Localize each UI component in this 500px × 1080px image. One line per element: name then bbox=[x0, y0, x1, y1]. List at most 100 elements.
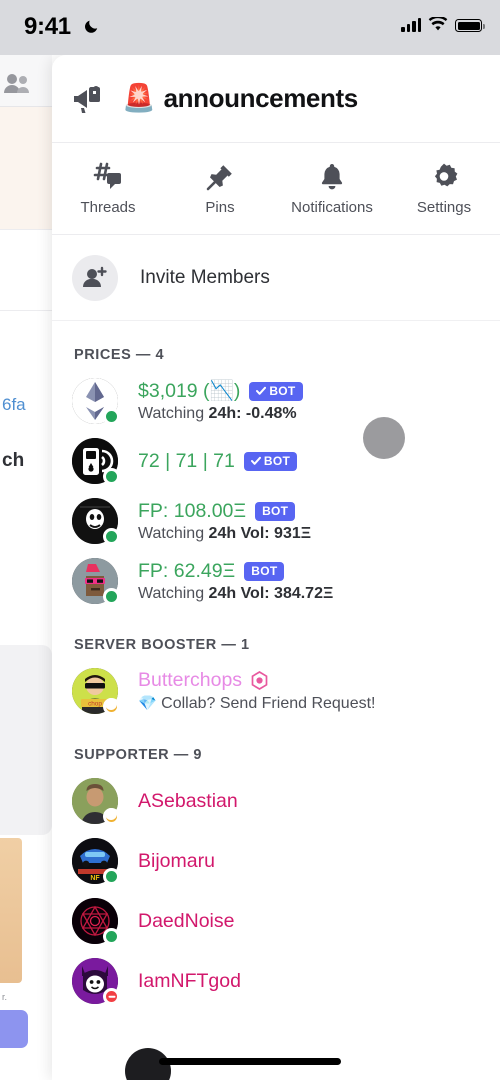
member-list-panel: 🚨 announcements Threads Pins Notificatio… bbox=[52, 55, 500, 1080]
background-divider bbox=[0, 229, 52, 230]
member-row[interactable]: 72 | 71 | 71 BOT bbox=[52, 431, 500, 491]
background-divider bbox=[0, 310, 52, 311]
member-activity: Watching 24h Vol: 931Ξ bbox=[138, 525, 311, 543]
member-info: Butterchops 💎 Collab? Send Friend Reques… bbox=[138, 669, 376, 713]
avatar[interactable] bbox=[72, 378, 120, 425]
touch-point-indicator bbox=[363, 417, 405, 459]
notifications-label: Notifications bbox=[291, 198, 373, 216]
pins-label: Pins bbox=[205, 198, 235, 216]
avatar[interactable] bbox=[72, 898, 120, 945]
status-online bbox=[103, 928, 120, 945]
avatar[interactable] bbox=[72, 558, 120, 605]
member-name: ASebastian bbox=[138, 789, 238, 812]
pin-icon bbox=[206, 164, 232, 190]
member-name: 72 | 71 | 71 bbox=[138, 449, 235, 472]
threads-label: Threads bbox=[80, 198, 136, 216]
member-info: IamNFTgod bbox=[138, 970, 241, 993]
member-name: $3,019 (📉) bbox=[138, 380, 241, 402]
gem-emoji: 💎 bbox=[138, 695, 157, 712]
avatar[interactable] bbox=[72, 438, 120, 485]
notifications-button[interactable]: Notifications bbox=[276, 143, 388, 234]
bell-icon bbox=[321, 163, 343, 189]
member-row[interactable]: chop Butterchops 💎 Collab? Send Friend R… bbox=[52, 661, 500, 721]
bot-badge: BOT bbox=[243, 451, 298, 471]
member-info: FP: 108.00Ξ BOT Watching 24h Vol: 931Ξ bbox=[138, 500, 311, 543]
avatar[interactable] bbox=[72, 958, 120, 1005]
channel-actions: Threads Pins Notifications Settings bbox=[52, 143, 500, 235]
member-row[interactable]: $3,019 (📉) BOT Watching 24h: -0.48% bbox=[52, 371, 500, 431]
home-indicator[interactable] bbox=[159, 1058, 341, 1065]
activity-detail: 24h: -0.48% bbox=[208, 405, 297, 422]
status-online bbox=[103, 468, 120, 485]
member-name: Butterchops bbox=[138, 669, 243, 691]
status-idle bbox=[103, 698, 120, 715]
svg-text:chop: chop bbox=[88, 700, 102, 707]
custom-status-text: Collab? Send Friend Request! bbox=[161, 695, 376, 712]
group-header-supporter: SUPPORTER — 9 bbox=[74, 747, 203, 763]
avatar[interactable] bbox=[72, 778, 120, 825]
people-icon[interactable] bbox=[4, 72, 32, 94]
member-row[interactable]: DaedNoise bbox=[52, 891, 500, 951]
member-name: DaedNoise bbox=[138, 909, 235, 932]
avatar[interactable]: NF bbox=[72, 838, 120, 885]
member-info: Bijomaru bbox=[138, 850, 215, 873]
svg-text:NF: NF bbox=[90, 875, 100, 882]
settings-button[interactable]: Settings bbox=[388, 143, 500, 234]
invite-members-label: Invite Members bbox=[140, 266, 270, 288]
bot-badge-label: BOT bbox=[251, 564, 278, 578]
bot-badge-label: BOT bbox=[263, 454, 291, 468]
status-online bbox=[103, 868, 120, 885]
member-info: DaedNoise bbox=[138, 910, 234, 933]
status-online bbox=[103, 588, 120, 605]
member-row[interactable]: NF Bijomaru bbox=[52, 831, 500, 891]
status-idle bbox=[103, 808, 120, 825]
member-row[interactable]: ASebastian bbox=[52, 771, 500, 831]
background-button[interactable] bbox=[0, 1010, 28, 1048]
status-bar: 9:41 bbox=[0, 0, 500, 55]
avatar[interactable]: chop bbox=[72, 668, 120, 715]
channel-name: announcements bbox=[163, 83, 359, 113]
avatar[interactable] bbox=[72, 498, 120, 545]
member-name: Bijomaru bbox=[138, 849, 215, 872]
bot-badge: BOT bbox=[255, 501, 296, 521]
threads-button[interactable]: Threads bbox=[52, 143, 164, 234]
settings-label: Settings bbox=[416, 198, 472, 216]
announcement-locked-megaphone-icon bbox=[74, 85, 100, 113]
status-bar-indicators bbox=[401, 17, 485, 32]
background-small-text: r. bbox=[2, 992, 8, 1002]
pins-button[interactable]: Pins bbox=[164, 143, 276, 234]
invite-members-row[interactable]: Invite Members bbox=[52, 235, 500, 321]
status-bar-time: 9:41 bbox=[24, 13, 71, 40]
status-online bbox=[103, 528, 120, 545]
background-card bbox=[0, 645, 52, 835]
group-header-prices: PRICES — 4 bbox=[74, 347, 165, 363]
threads-icon bbox=[93, 162, 121, 189]
siren-emoji: 🚨 bbox=[122, 83, 156, 113]
wifi-icon bbox=[428, 17, 448, 31]
activity-prefix: Watching bbox=[138, 405, 209, 422]
bot-badge-label: BOT bbox=[262, 504, 289, 518]
bot-badge: BOT bbox=[249, 381, 303, 401]
member-info: $3,019 (📉) BOT Watching 24h: -0.48% bbox=[138, 379, 303, 423]
background-tint bbox=[0, 107, 52, 229]
bot-badge-label: BOT bbox=[269, 384, 296, 398]
member-custom-status: 💎 Collab? Send Friend Request! bbox=[138, 694, 376, 713]
background-link-text[interactable]: 6fa bbox=[2, 395, 26, 415]
add-person-icon bbox=[72, 254, 118, 301]
member-info: 72 | 71 | 71 BOT bbox=[138, 449, 298, 473]
member-row[interactable]: FP: 108.00Ξ BOT Watching 24h Vol: 931Ξ bbox=[52, 491, 500, 551]
member-info: FP: 62.49Ξ BOT Watching 24h Vol: 384.72Ξ bbox=[138, 560, 333, 603]
activity-detail: 24h Vol: 384.72Ξ bbox=[208, 584, 334, 602]
member-row[interactable]: FP: 62.49Ξ BOT Watching 24h Vol: 384.72Ξ bbox=[52, 551, 500, 611]
server-boost-icon[interactable] bbox=[251, 671, 268, 690]
crescent-moon-dnd-icon bbox=[85, 20, 98, 33]
member-activity: Watching 24h Vol: 384.72Ξ bbox=[138, 585, 333, 603]
status-dnd bbox=[103, 988, 120, 1005]
group-header-server-booster: SERVER BOOSTER — 1 bbox=[74, 637, 250, 653]
background-bold-text: ch bbox=[2, 450, 25, 471]
member-name: IamNFTgod bbox=[138, 969, 241, 992]
activity-detail: 24h Vol: 931Ξ bbox=[208, 524, 312, 542]
member-row[interactable]: IamNFTgod bbox=[52, 951, 500, 1011]
background-image bbox=[0, 838, 22, 983]
activity-prefix: Watching bbox=[138, 584, 209, 602]
